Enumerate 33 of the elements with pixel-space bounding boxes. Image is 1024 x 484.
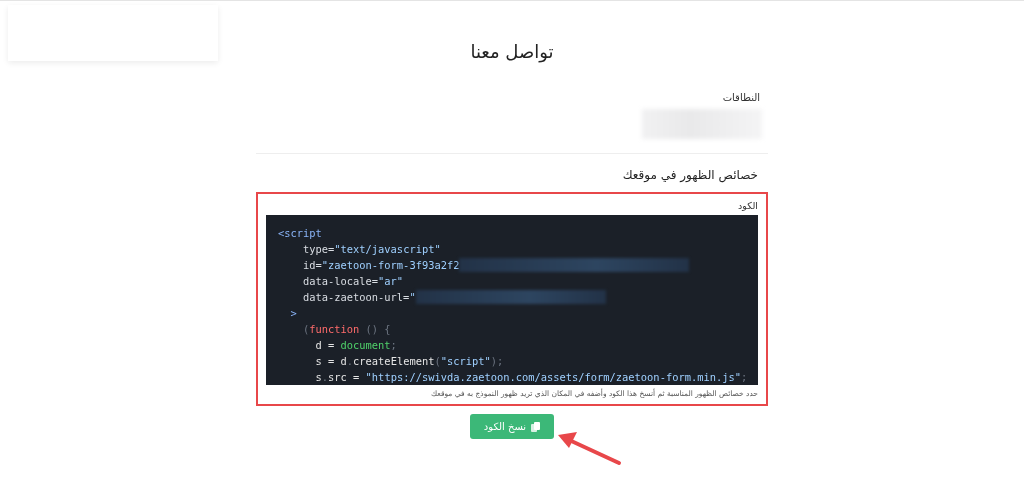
code-token: "text/javascript" (334, 242, 441, 257)
section-heading: خصائص الظهور في موقعك (621, 168, 758, 182)
code-token: () { (364, 322, 391, 337)
code-token: d = (314, 338, 336, 353)
code-token: <script (278, 226, 322, 241)
code-token: data-zaetoon-url= (302, 290, 410, 305)
field-label: النطاقات (721, 92, 760, 103)
code-token: ( (302, 322, 310, 337)
code-token: s = d (314, 354, 347, 369)
code-token: "script" (440, 354, 491, 369)
code-token: ; (740, 370, 748, 385)
code-token: createElement (353, 354, 435, 369)
code-token: function (309, 322, 360, 337)
code-token: "zaetoon-form-3f93a2f2 (321, 258, 460, 273)
code-token: id= (302, 258, 322, 273)
code-token: data-locale= (302, 274, 379, 289)
code-token: ( (434, 354, 441, 369)
code-token: s (314, 370, 322, 385)
code-token: "https://swivda.zaetoon.com/assets/form/zaetoon-form.min.js" (365, 370, 741, 385)
code-token: ; (390, 338, 397, 353)
copy-button[interactable]: نسخ الكود (469, 414, 555, 439)
code-token: . (321, 370, 329, 385)
code-token: . (346, 354, 354, 369)
field-label: الكود (737, 200, 758, 211)
code-token: ); (490, 354, 504, 369)
page-title: تواصل معنا (469, 41, 555, 62)
copy-icon (531, 421, 541, 432)
code-token: type= (302, 242, 335, 257)
code-token: > (289, 306, 297, 321)
code-token: src = (328, 370, 361, 385)
code-token: "ar" (378, 274, 404, 289)
code-token: document (340, 338, 391, 353)
code-token: " (409, 290, 416, 305)
